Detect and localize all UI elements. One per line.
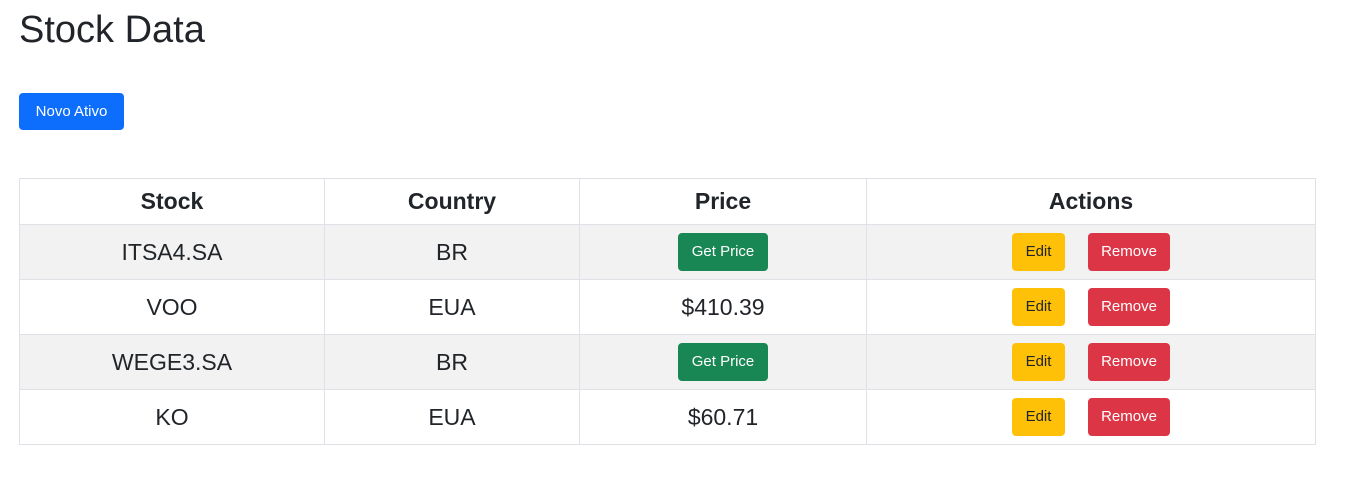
remove-button[interactable]: Remove bbox=[1088, 288, 1170, 326]
table-row: WEGE3.SA BR Get Price Edit Remove bbox=[19, 334, 1316, 390]
stock-cell: KO bbox=[19, 389, 325, 445]
country-cell: EUA bbox=[324, 389, 580, 445]
stock-table: Stock Country Price Actions ITSA4.SA BR … bbox=[19, 178, 1316, 445]
remove-button[interactable]: Remove bbox=[1088, 233, 1170, 271]
header-stock: Stock bbox=[19, 178, 325, 225]
price-cell: $410.39 bbox=[579, 279, 867, 335]
header-price: Price bbox=[579, 178, 867, 225]
stock-cell: ITSA4.SA bbox=[19, 224, 325, 280]
country-cell: BR bbox=[324, 334, 580, 390]
country-cell: EUA bbox=[324, 279, 580, 335]
page: Stock Data Novo Ativo Stock Country Pric… bbox=[0, 0, 1357, 504]
stock-cell: WEGE3.SA bbox=[19, 334, 325, 390]
table-row: VOO EUA $410.39 Edit Remove bbox=[19, 279, 1316, 335]
page-title: Stock Data bbox=[19, 9, 205, 51]
table-row: ITSA4.SA BR Get Price Edit Remove bbox=[19, 224, 1316, 280]
get-price-button[interactable]: Get Price bbox=[678, 233, 768, 271]
remove-button[interactable]: Remove bbox=[1088, 343, 1170, 381]
actions-cell: Edit Remove bbox=[866, 334, 1316, 390]
price-cell: Get Price bbox=[579, 334, 867, 390]
header-country: Country bbox=[324, 178, 580, 225]
edit-button[interactable]: Edit bbox=[1012, 288, 1065, 326]
header-actions: Actions bbox=[866, 178, 1316, 225]
edit-button[interactable]: Edit bbox=[1012, 233, 1065, 271]
country-cell: BR bbox=[324, 224, 580, 280]
price-cell: Get Price bbox=[579, 224, 867, 280]
edit-button[interactable]: Edit bbox=[1012, 398, 1065, 436]
remove-button[interactable]: Remove bbox=[1088, 398, 1170, 436]
new-asset-button[interactable]: Novo Ativo bbox=[19, 93, 124, 130]
stock-cell: VOO bbox=[19, 279, 325, 335]
price-cell: $60.71 bbox=[579, 389, 867, 445]
table-header-row: Stock Country Price Actions bbox=[19, 178, 1316, 225]
table-row: KO EUA $60.71 Edit Remove bbox=[19, 389, 1316, 445]
edit-button[interactable]: Edit bbox=[1012, 343, 1065, 381]
actions-cell: Edit Remove bbox=[866, 279, 1316, 335]
actions-cell: Edit Remove bbox=[866, 389, 1316, 445]
actions-cell: Edit Remove bbox=[866, 224, 1316, 280]
get-price-button[interactable]: Get Price bbox=[678, 343, 768, 381]
